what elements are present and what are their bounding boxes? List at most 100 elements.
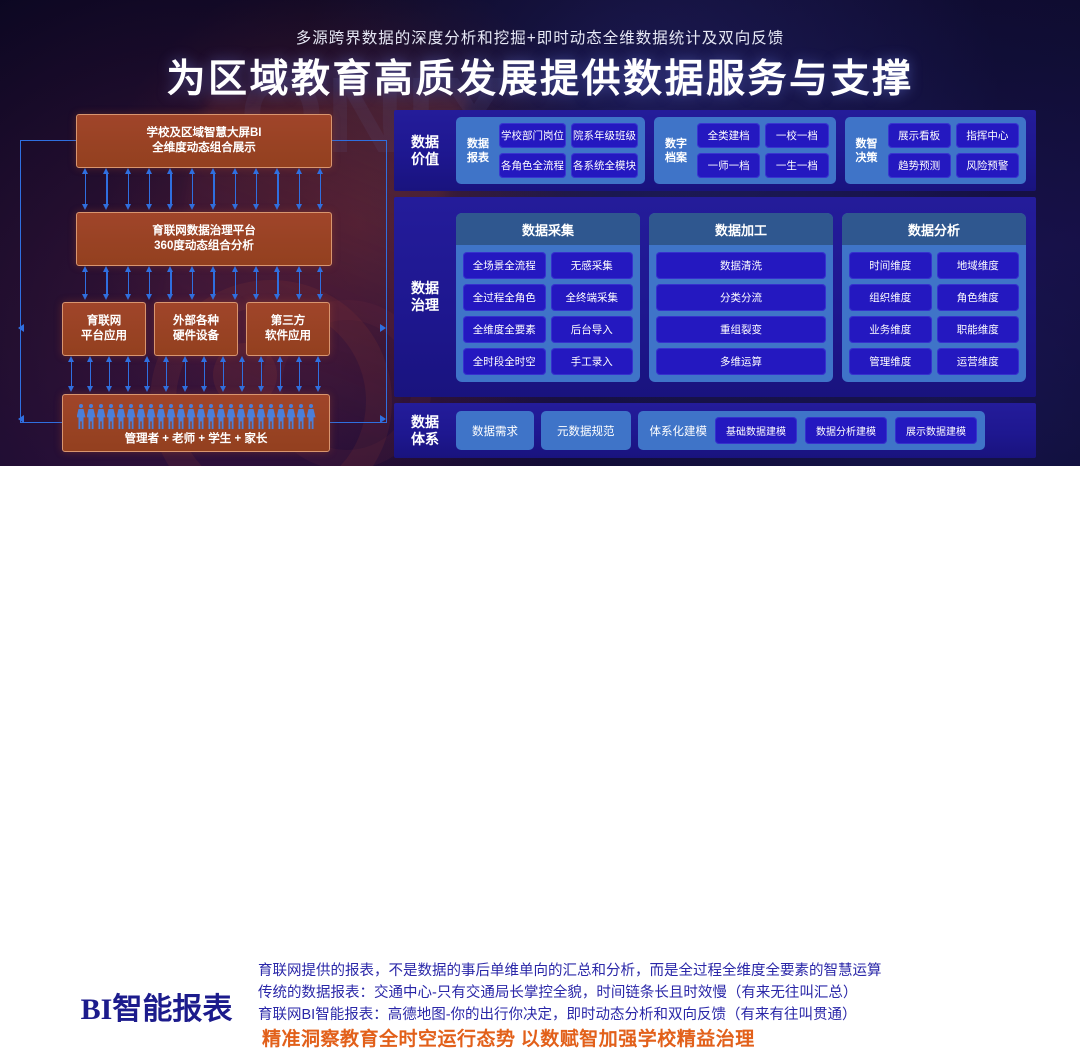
band-label-data-governance: 数据 治理 xyxy=(394,280,456,314)
pill-item[interactable]: 风险预警 xyxy=(955,153,1019,178)
pill-item[interactable]: 一师一档 xyxy=(697,153,761,178)
column-data-analysis[interactable]: 数据分析 时间维度 地域维度 组织维度 角色维度 业务维度 职能维度 管理维度 … xyxy=(842,212,1026,382)
pill-item[interactable]: 全类建档 xyxy=(697,123,761,148)
bidirectional-arrow-icon xyxy=(220,356,227,392)
pill-item[interactable]: 指挥中心 xyxy=(955,123,1019,148)
pill-item[interactable]: 一校一档 xyxy=(765,123,829,148)
chip-systematic-modeling[interactable]: 体系化建模 基础数据建模 数据分析建模 展示数据建模 xyxy=(637,411,985,450)
pill-item[interactable]: 地域维度 xyxy=(936,251,1019,279)
flow-box-bi-screen[interactable]: 学校及区域智慧大屏BI 全维度动态组合展示 xyxy=(76,114,332,168)
bidirectional-arrow-icon xyxy=(146,266,153,300)
group-digital-archive[interactable]: 数字 档案 全类建档 一校一档 一师一档 一生一档 xyxy=(654,117,836,184)
band-label-line2: 价值 xyxy=(411,150,439,167)
pill-item[interactable]: 时间维度 xyxy=(849,251,932,279)
pill-item[interactable]: 数据清洗 xyxy=(656,251,826,279)
person-icon xyxy=(297,404,306,430)
pill-item[interactable]: 手工录入 xyxy=(550,347,633,375)
pill-item[interactable]: 各系统全模块 xyxy=(571,153,638,178)
bidirectional-arrow-icon xyxy=(274,168,281,210)
group-name-smart-decision: 数智 决策 xyxy=(855,137,878,164)
flow-box-users[interactable]: 管理者 + 老师 + 学生 + 家长 xyxy=(62,394,330,452)
flow-arrow-left-bottom xyxy=(18,415,24,423)
pill-item[interactable]: 院系年级班级 xyxy=(571,123,638,148)
group-data-report[interactable]: 数据 报表 学校部门岗位 院系年级班级 各角色全流程 各系统全模块 xyxy=(456,117,645,184)
pill-item[interactable]: 职能维度 xyxy=(936,315,1019,343)
flow-box-platform[interactable]: 育联网数据治理平台 360度动态组合分析 xyxy=(76,212,332,266)
bidirectional-arrow-icon xyxy=(315,356,322,392)
bidirectional-arrow-icon xyxy=(274,266,281,300)
modeling-sub-item[interactable]: 基础数据建模 xyxy=(715,417,797,444)
pill-item[interactable]: 组织维度 xyxy=(849,283,932,311)
pill-item[interactable]: 重组裂变 xyxy=(656,315,826,343)
hero-section: ONIX 多源跨界数据的深度分析和挖掘+即时动态全维数据统计及双向反馈 为区域教… xyxy=(0,0,1080,466)
pill-item[interactable]: 全维度全要素 xyxy=(463,315,546,343)
group-items-smart-decision: 展示看板 指挥中心 趋势预测 风险预警 xyxy=(887,123,1019,178)
pill-item[interactable]: 全场景全流程 xyxy=(463,251,546,279)
pill-item[interactable]: 趋势预测 xyxy=(887,153,951,178)
pill-item[interactable]: 分类分流 xyxy=(656,283,826,311)
flow-arrows-middle xyxy=(82,266,324,300)
person-icon xyxy=(287,404,296,430)
flow-arrows-bottom xyxy=(68,356,322,392)
pill-item[interactable]: 运营维度 xyxy=(936,347,1019,375)
person-icon xyxy=(117,404,126,430)
chip-metadata-spec[interactable]: 元数据规范 xyxy=(541,411,631,450)
bidirectional-arrow-icon xyxy=(163,356,170,392)
footer-tagline: 精准洞察教育全时空运行态势 以数赋智加强学校精益治理 xyxy=(262,1029,755,1050)
group-items-data-report: 学校部门岗位 院系年级班级 各角色全流程 各系统全模块 xyxy=(499,123,638,178)
bidirectional-arrow-icon xyxy=(182,356,189,392)
column-data-processing[interactable]: 数据加工 数据清洗 分类分流 重组裂变 多维运算 xyxy=(649,212,833,382)
band-label-data-system: 数据 体系 xyxy=(394,414,456,448)
pill-item[interactable]: 全过程全角色 xyxy=(463,283,546,311)
band-label-line2: 体系 xyxy=(411,430,439,447)
flow-box-line1: 育联网数据治理平台 xyxy=(152,225,256,237)
pill-item[interactable]: 角色维度 xyxy=(936,283,1019,311)
modeling-sub-item[interactable]: 数据分析建模 xyxy=(805,417,887,444)
pill-item[interactable]: 业务维度 xyxy=(849,315,932,343)
bidirectional-arrow-icon xyxy=(82,168,89,210)
pill-item[interactable]: 各角色全流程 xyxy=(499,153,566,178)
group-smart-decision[interactable]: 数智 决策 展示看板 指挥中心 趋势预测 风险预警 xyxy=(844,117,1026,184)
column-data-collection[interactable]: 数据采集 全场景全流程 无感采集 全过程全角色 全终端采集 全维度全要素 后台导… xyxy=(456,212,640,382)
footer-title: BI智能报表 xyxy=(80,993,233,1026)
pill-item[interactable]: 管理维度 xyxy=(849,347,932,375)
pill-item[interactable]: 全时段全时空 xyxy=(463,347,546,375)
band-body-data-governance: 数据采集 全场景全流程 无感采集 全过程全角色 全终端采集 全维度全要素 后台导… xyxy=(456,204,1036,391)
person-icon xyxy=(127,404,136,430)
person-icon xyxy=(167,404,176,430)
bidirectional-arrow-icon xyxy=(201,356,208,392)
pill-item[interactable]: 学校部门岗位 xyxy=(499,123,566,148)
pill-item[interactable]: 展示看板 xyxy=(887,123,951,148)
column-body: 时间维度 地域维度 组织维度 角色维度 业务维度 职能维度 管理维度 运营维度 xyxy=(842,245,1026,382)
flow-box-line1: 育联网 xyxy=(86,315,122,327)
footer-line: 传统的数据报表：交通中心-只有交通局长掌控全貌，时间链条长且时效慢（有来无往叫汇… xyxy=(258,985,858,1001)
person-icon xyxy=(187,404,196,430)
flow-box-app[interactable]: 育联网 平台应用 xyxy=(62,302,146,356)
chip-data-requirement[interactable]: 数据需求 xyxy=(456,411,534,450)
flow-box-hardware[interactable]: 外部各种 硬件设备 xyxy=(154,302,238,356)
bidirectional-arrow-icon xyxy=(210,168,217,210)
person-icon xyxy=(97,404,106,430)
people-icon-row xyxy=(63,400,329,430)
band-label-data-value: 数据 价值 xyxy=(394,134,456,168)
bidirectional-arrow-icon xyxy=(87,356,94,392)
pill-item[interactable]: 全终端采集 xyxy=(550,283,633,311)
bidirectional-arrow-icon xyxy=(188,168,196,210)
person-icon xyxy=(217,404,226,430)
person-icon xyxy=(107,404,116,430)
flow-box-thirdparty[interactable]: 第三方 软件应用 xyxy=(246,302,330,356)
group-name-digital-archive: 数字 档案 xyxy=(665,137,687,164)
modeling-sub-item[interactable]: 展示数据建模 xyxy=(895,417,977,444)
band-body-data-system: 数据需求 元数据规范 体系化建模 基础数据建模 数据分析建模 展示数据建模 xyxy=(456,403,1036,458)
pill-item[interactable]: 无感采集 xyxy=(550,251,633,279)
hero-subtitle: 多源跨界数据的深度分析和挖掘+即时动态全维数据统计及双向反馈 xyxy=(295,30,785,47)
person-icon xyxy=(157,404,166,430)
group-name-data-report: 数据 报表 xyxy=(467,137,489,164)
modeling-label: 体系化建模 xyxy=(649,425,708,438)
band-label-line1: 数据 xyxy=(411,133,439,150)
pill-item[interactable]: 多维运算 xyxy=(656,347,826,375)
pill-item[interactable]: 一生一档 xyxy=(765,153,829,178)
data-architecture-panel: 数据 价值 数据 报表 学校部门岗位 院系年级班级 各角色全流程 各系统全模块 … xyxy=(394,110,1036,458)
pill-item[interactable]: 后台导入 xyxy=(550,315,633,343)
architecture-flow-diagram: 学校及区域智慧大屏BI 全维度动态组合展示 育联网数据治理平台 360度动态组合… xyxy=(18,108,387,452)
